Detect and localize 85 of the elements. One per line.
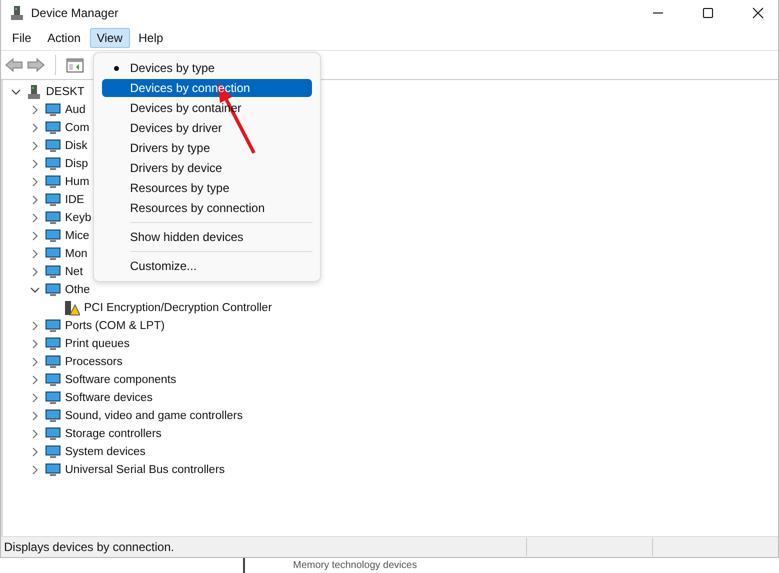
chevron-right-icon[interactable] xyxy=(30,393,40,403)
chevron-right-icon[interactable] xyxy=(30,159,40,169)
chevron-right-icon[interactable] xyxy=(30,321,40,331)
menu-item[interactable]: View xyxy=(90,28,130,48)
chevron-right-icon[interactable] xyxy=(30,213,40,223)
device-icon xyxy=(45,228,61,244)
tree-item[interactable]: Net xyxy=(65,266,83,278)
tree-item[interactable]: Mice xyxy=(65,230,90,242)
tree-item[interactable]: Software components xyxy=(65,374,176,386)
chevron-right-icon[interactable] xyxy=(30,123,40,133)
menu-option[interactable]: Drivers by device xyxy=(102,159,312,177)
tree-item[interactable]: Ports (COM & LPT) xyxy=(65,320,165,332)
device-icon xyxy=(45,246,61,262)
chevron-right-icon[interactable] xyxy=(30,195,40,205)
tree-item[interactable]: Com xyxy=(65,122,90,134)
chevron-right-icon[interactable] xyxy=(30,249,40,259)
chevron-right-icon[interactable] xyxy=(30,177,40,187)
properties-icon[interactable] xyxy=(66,57,84,73)
device-icon xyxy=(45,336,61,352)
menu-option[interactable]: Drivers by type xyxy=(102,139,312,157)
tree-item[interactable]: Disp xyxy=(65,158,88,170)
device-icon xyxy=(45,192,61,208)
menu-item[interactable]: Help xyxy=(132,28,170,48)
close-icon[interactable] xyxy=(752,7,764,19)
device-icon xyxy=(45,462,61,478)
device-icon xyxy=(45,174,61,190)
device-icon xyxy=(45,282,61,298)
tree-item[interactable]: Aud xyxy=(65,104,86,116)
menu-option[interactable]: Resources by type xyxy=(102,179,312,197)
device-icon xyxy=(45,318,61,334)
chevron-right-icon[interactable] xyxy=(30,375,40,385)
menu-option[interactable]: Devices by driver xyxy=(102,119,312,137)
chevron-right-icon[interactable] xyxy=(30,429,40,439)
menu-option[interactable]: Customize... xyxy=(102,257,312,275)
background-window-text: Memory technology devices xyxy=(293,560,417,571)
device-icon xyxy=(45,102,61,118)
chevron-right-icon[interactable] xyxy=(30,411,40,421)
status-text: Displays devices by connection. xyxy=(3,540,176,554)
tree-item[interactable]: IDE xyxy=(65,194,84,206)
tree-item[interactable]: Keyb xyxy=(65,212,92,224)
tree-item[interactable]: Storage controllers xyxy=(65,428,162,440)
maximize-icon[interactable] xyxy=(702,7,714,19)
device-icon xyxy=(45,264,61,280)
tree-item[interactable]: DESKT xyxy=(46,86,84,98)
tree-item[interactable]: Hum xyxy=(65,176,90,188)
menu-item[interactable]: Action xyxy=(40,28,88,48)
menu-item[interactable]: File xyxy=(5,28,38,48)
menu-option[interactable]: Devices by type xyxy=(102,59,312,77)
device-icon xyxy=(45,444,61,460)
menu-option[interactable]: Show hidden devices xyxy=(102,228,312,246)
chevron-right-icon[interactable] xyxy=(30,141,40,151)
tree-item[interactable]: Processors xyxy=(65,356,123,368)
menu-option[interactable]: Resources by connection xyxy=(102,199,312,217)
tree-item[interactable]: PCI Encryption/Decryption Controller xyxy=(84,302,272,314)
computer-icon xyxy=(26,84,42,100)
chevron-right-icon[interactable] xyxy=(30,105,40,115)
device-icon xyxy=(45,138,61,154)
device-icon xyxy=(45,210,61,226)
device-icon xyxy=(45,120,61,136)
forward-arrow-icon[interactable] xyxy=(27,57,45,73)
tree-item[interactable]: Othe xyxy=(65,284,90,296)
device-icon xyxy=(45,426,61,442)
chevron-right-icon[interactable] xyxy=(30,357,40,367)
tree-item[interactable]: System devices xyxy=(65,446,146,458)
device-icon xyxy=(45,372,61,388)
device-icon xyxy=(45,354,61,370)
chevron-right-icon[interactable] xyxy=(30,447,40,457)
tree-item[interactable]: Universal Serial Bus controllers xyxy=(65,464,225,476)
chevron-right-icon[interactable] xyxy=(30,339,40,349)
chevron-down-icon[interactable] xyxy=(30,285,40,295)
back-arrow-icon[interactable] xyxy=(5,57,23,73)
tree-item[interactable]: Sound, video and game controllers xyxy=(65,410,243,422)
tree-item[interactable]: Mon xyxy=(65,248,88,260)
computer-icon xyxy=(9,5,25,21)
device-icon xyxy=(45,408,61,424)
chevron-right-icon[interactable] xyxy=(30,267,40,277)
window-title: Device Manager xyxy=(31,6,118,20)
tree-item[interactable]: Disk xyxy=(65,140,88,152)
chevron-right-icon[interactable] xyxy=(30,465,40,475)
tree-item[interactable]: Software devices xyxy=(65,392,153,404)
device-icon xyxy=(45,156,61,172)
device-icon xyxy=(45,390,61,406)
tree-item[interactable]: Print queues xyxy=(65,338,130,350)
chevron-down-icon[interactable] xyxy=(11,87,21,97)
chevron-right-icon[interactable] xyxy=(30,231,40,241)
